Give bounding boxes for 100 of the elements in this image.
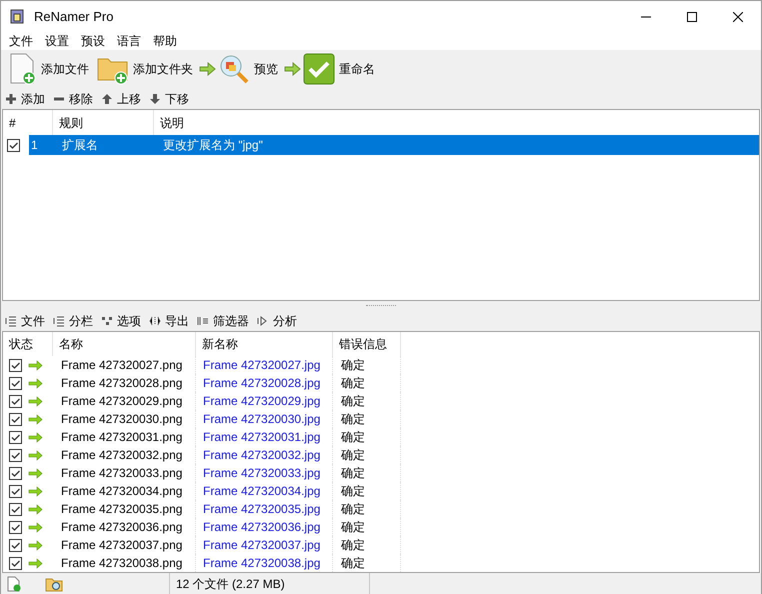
toolbar-button[interactable]: 导出 [149,312,189,330]
toolbar-button[interactable]: 重命名 [301,52,377,86]
table-cell-text: 更改扩展名为 "jpg" [162,137,264,154]
table-cell: Frame 427320031.jpg [196,428,333,446]
column-header[interactable]: 新名称 [196,332,333,356]
table-cell: Frame 427320030.jpg [196,410,333,428]
table-cell-text: 扩展名 [61,137,99,154]
column-header[interactable]: 错误信息 [333,332,401,356]
checkbox[interactable] [9,376,22,390]
toolbar-button[interactable]: 分栏 [53,312,93,330]
toolbar-button[interactable]: 分析 [257,312,297,330]
checkbox[interactable] [9,394,22,408]
toolbar-button[interactable]: 添加文件夹 [95,52,195,86]
magnifier-icon [218,53,250,85]
arrow-icon [284,62,301,76]
table-cell: Frame 427320029.jpg [196,392,333,410]
table-cell: 确定 [333,446,401,464]
folder-search-icon[interactable] [45,576,63,592]
checkbox[interactable] [9,358,22,372]
table-cell: 确定 [333,392,401,410]
menu-item[interactable]: 预设 [77,32,109,50]
column-header[interactable]: 状态 [3,332,53,356]
arrow-icon [28,450,43,460]
toolbar-button[interactable]: 移除 [53,90,93,108]
close-icon[interactable] [733,12,743,22]
table-cell: Frame 427320035.png [53,500,196,518]
table-cell: 确定 [333,500,401,518]
checkbox[interactable] [9,556,22,570]
table-cell: Frame 427320038.png [53,554,196,572]
table-cell: 确定 [333,410,401,428]
table-cell: Frame 427320032.png [53,446,196,464]
table-cell: Frame 427320027.jpg [196,356,333,374]
checkbox[interactable] [9,430,22,444]
table-cell: Frame 427320028.png [53,374,196,392]
arrow-icon [28,378,43,388]
table-cell: Frame 427320034.jpg [196,482,333,500]
table-cell: 确定 [333,374,401,392]
table-cell: Frame 427320031.png [53,428,196,446]
selected-row[interactable]: 1 扩展名 更改扩展名为 "jpg" [29,135,759,155]
list-icon [53,315,65,327]
play-icon [257,315,269,327]
column-header[interactable]: 名称 [53,332,196,356]
table-cell: Frame 427320038.jpg [196,554,333,572]
table-cell: 确定 [333,464,401,482]
down-arrow-icon [149,92,161,104]
table-cell-text: 1 [30,137,39,154]
toolbar-button[interactable]: 筛选器 [197,312,249,330]
arrow-icon [28,360,43,370]
table-cell: Frame 427320037.jpg [196,536,333,554]
status-text: 12 个文件 (2.27 MB) [176,576,285,593]
arrow-icon [28,558,43,568]
plus-icon [5,92,17,104]
checkbox[interactable] [9,448,22,462]
table-cell: 确定 [333,536,401,554]
arrow-icon [28,432,43,442]
list-icon [5,315,17,327]
table-cell: 确定 [333,554,401,572]
add-file-icon[interactable] [7,576,21,592]
checkbox[interactable] [9,538,22,552]
menu-item[interactable]: 文件 [5,32,37,50]
table-cell: Frame 427320037.png [53,536,196,554]
filter-icon [197,315,209,327]
arrow-icon [28,504,43,514]
table-cell: Frame 427320030.png [53,410,196,428]
menu-item[interactable]: 帮助 [149,32,181,50]
check-icon [303,53,335,85]
menu-item[interactable]: 语言 [113,32,145,50]
toolbar-button[interactable]: 下移 [149,90,189,108]
table-cell: 确定 [333,356,401,374]
arrow-icon [28,396,43,406]
table-cell: Frame 427320036.png [53,518,196,536]
checkbox[interactable] [9,484,22,498]
toolbar-button[interactable]: 选项 [101,312,141,330]
nodes-icon [101,315,113,327]
checkbox[interactable] [9,520,22,534]
table-cell: 确定 [333,518,401,536]
toolbar-button[interactable]: 预览 [216,52,280,86]
checkbox[interactable] [9,502,22,516]
toolbar-button[interactable]: 添加文件 [5,52,91,86]
arrow-icon [28,522,43,532]
up-arrow-icon [101,92,113,104]
table-cell: Frame 427320035.jpg [196,500,333,518]
arrow-icon [28,468,43,478]
checkbox[interactable] [9,466,22,480]
toolbar-button[interactable]: 文件 [5,312,45,330]
toolbar-button[interactable]: 上移 [101,90,141,108]
table-cell: 确定 [333,482,401,500]
table-cell: Frame 427320033.jpg [196,464,333,482]
column-header[interactable]: 说明 [154,110,759,135]
maximize-icon[interactable] [687,12,697,22]
menu-item[interactable]: 设置 [41,32,73,50]
toolbar-button[interactable]: 添加 [5,90,45,108]
table-cell: Frame 427320027.png [53,356,196,374]
table-cell: Frame 427320036.jpg [196,518,333,536]
checkbox[interactable] [9,412,22,426]
arrow-icon [28,414,43,424]
app-icon [9,8,26,25]
table-cell: Frame 427320028.jpg [196,374,333,392]
arrow-icon [28,540,43,550]
checkbox[interactable] [7,138,20,152]
